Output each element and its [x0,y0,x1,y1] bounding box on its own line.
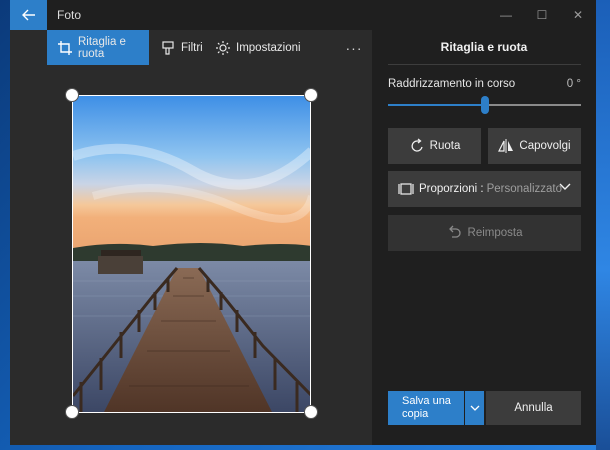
photo-preview [72,95,311,413]
filters-label: Filtri [181,41,203,54]
aspect-ratio-icon [398,182,414,196]
window-controls: — ☐ ✕ [488,0,596,30]
app-title: Foto [57,8,82,22]
flip-icon [498,139,514,153]
crop-rotate-label: Ritaglia e ruota [78,35,126,60]
straighten-value: 0 ° [566,78,581,90]
desktop-background [596,0,610,450]
aspect-ratio-value: Personalizzato [486,183,562,195]
crop-rotate-tab[interactable]: Ritaglia e ruota [47,30,149,65]
settings-label: Impostazioni [236,41,301,54]
crop-handle-top-left[interactable] [65,88,79,102]
crop-icon [57,40,73,56]
flip-label: Capovolgi [519,140,571,152]
close-button[interactable]: ✕ [560,0,596,30]
more-options-button[interactable]: ··· [342,30,366,65]
minimize-button[interactable]: — [488,0,524,30]
panel-title: Ritaglia e ruota [440,40,528,54]
slider-fill [388,104,485,106]
filters-tab[interactable]: Filtri [160,30,203,65]
aspect-ratio-dropdown[interactable]: Proporzioni : Personalizzato [388,171,581,207]
back-arrow-icon [21,9,35,21]
reset-button[interactable]: Reimposta [388,215,581,251]
save-copy-label-line2: copia [402,408,429,420]
rotate-button[interactable]: Ruota [388,128,481,164]
save-options-dropdown[interactable] [465,391,484,425]
straighten-slider[interactable] [388,96,581,114]
photos-app-window: Foto — ☐ ✕ Ritaglia e ruota Filtri Impos… [10,0,596,445]
cancel-button[interactable]: Annulla [486,391,581,425]
save-copy-button[interactable]: Salva una copia [388,391,464,425]
crop-handle-bottom-right[interactable] [304,405,318,419]
crop-handle-top-right[interactable] [304,88,318,102]
chevron-down-icon [559,182,571,194]
maximize-button[interactable]: ☐ [524,0,560,30]
brightness-icon [215,40,231,56]
crop-handle-bottom-left[interactable] [65,405,79,419]
title-bar: Foto — ☐ ✕ [10,0,596,30]
save-copy-label-line1: Salva una [402,395,451,407]
undo-icon [447,225,463,241]
photo-canvas-area: Ritaglia e ruota Filtri Impostazioni ··· [10,30,372,445]
panel-divider [388,64,581,65]
edit-toolbar: Ritaglia e ruota Filtri Impostazioni ··· [10,30,372,65]
rotate-icon [409,138,425,154]
flip-button[interactable]: Capovolgi [488,128,581,164]
pier-sunset-photo [73,96,310,412]
chevron-down-icon [470,399,480,417]
back-button[interactable] [10,0,47,30]
aspect-ratio-label: Proporzioni : [419,183,484,195]
rotate-label: Ruota [429,140,461,152]
straighten-label: Raddrizzamento in corso [388,78,516,90]
slider-thumb[interactable] [480,96,489,114]
filters-icon [160,40,176,56]
crop-rotate-panel: Ritaglia e ruota Raddrizzamento in corso… [372,30,596,445]
settings-tab[interactable]: Impostazioni [215,30,301,65]
reset-label: Reimposta [467,227,523,239]
